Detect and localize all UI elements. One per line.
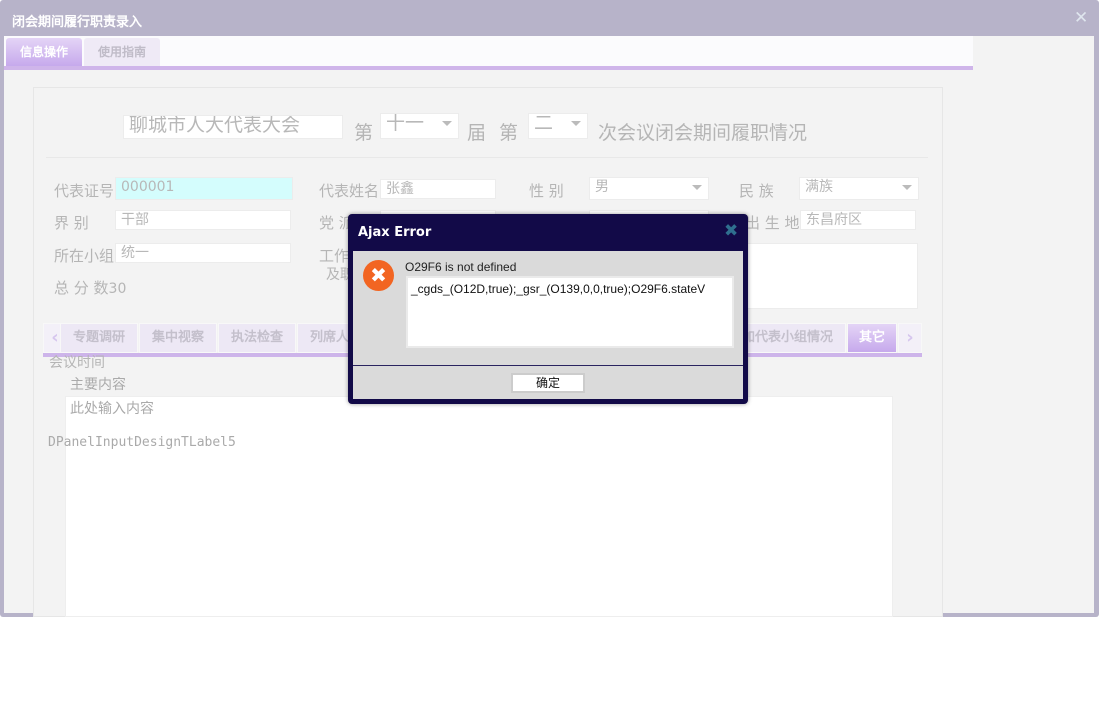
chevron-down-icon: [902, 185, 912, 190]
work-textarea[interactable]: [740, 243, 918, 309]
sub-tab-other[interactable]: 其它: [847, 323, 897, 353]
chevron-right-icon[interactable]: ›: [898, 323, 922, 353]
birthplace-input[interactable]: 东昌府区: [800, 210, 916, 230]
content-editor[interactable]: [65, 396, 893, 617]
sub-tab-research[interactable]: 专题调研: [60, 323, 138, 353]
ok-button[interactable]: 确定: [511, 373, 585, 393]
group-label: 所在小组: [54, 247, 115, 265]
dialog-title: Ajax Error: [358, 225, 432, 240]
content-placeholder: 此处输入内容: [70, 401, 154, 417]
rep-name-label: 代表姓名: [319, 182, 380, 200]
gender-label: 性 别: [529, 182, 564, 200]
score-value: 30: [108, 281, 127, 297]
error-message: O29F6 is not defined: [405, 260, 517, 274]
dialog-body: ✖ O29F6 is not defined _cgds_(O12D,true)…: [353, 251, 743, 399]
sub-tab-inspection[interactable]: 集中视察: [139, 323, 217, 353]
top-tab-bar: 信息操作 使用指南: [4, 36, 973, 70]
error-detail[interactable]: _cgds_(O12D,true);_gsr_(O139,0,0,true);O…: [406, 276, 734, 348]
ethnicity-label: 民 族: [739, 182, 774, 200]
score-label: 总 分 数30: [54, 277, 126, 298]
sub-tab-law-enforcement[interactable]: 执法检查: [218, 323, 296, 353]
window-title: 闭会期间履行职责录入: [12, 15, 143, 30]
meeting-select[interactable]: 二: [528, 113, 588, 139]
gender-value: 男: [595, 179, 609, 195]
tab-info-operation[interactable]: 信息操作: [6, 38, 82, 66]
rep-id-input[interactable]: 000001: [115, 177, 293, 200]
design-label: DPanelInputDesignTLabel5: [48, 435, 236, 450]
close-icon[interactable]: ✖: [724, 221, 738, 241]
chevron-down-icon: [442, 121, 452, 126]
label-jie: 届: [467, 122, 487, 144]
birthplace-label: 出 生 地: [745, 214, 800, 232]
meeting-time-label: 会议时间: [49, 355, 105, 371]
chevron-down-icon: [571, 121, 581, 126]
chevron-down-icon: [692, 185, 702, 190]
sector-input[interactable]: 干部: [115, 210, 291, 230]
main-content-label: 主要内容: [70, 377, 126, 393]
divider: [353, 365, 743, 366]
divider: [46, 157, 928, 158]
session-select[interactable]: 十一: [380, 113, 459, 139]
session-value: 十一: [386, 113, 425, 134]
ethnicity-select[interactable]: 满族: [799, 177, 919, 200]
label-di: 第: [354, 122, 374, 144]
label-di-2: 第: [499, 122, 519, 144]
group-input[interactable]: 统一: [115, 243, 291, 263]
sector-label: 界 别: [54, 214, 89, 232]
error-icon: ✖: [363, 260, 394, 291]
rep-name-input[interactable]: 张鑫: [380, 179, 496, 199]
score-label-text: 总 分 数: [54, 279, 109, 297]
rep-id-label: 代表证号: [54, 182, 115, 200]
tab-user-guide[interactable]: 使用指南: [84, 38, 160, 66]
meeting-value: 二: [534, 113, 554, 134]
ajax-error-dialog: Ajax Error ✖ ✖ O29F6 is not defined _cgd…: [348, 214, 748, 404]
org-input[interactable]: 聊城市人大代表大会: [123, 115, 343, 139]
close-icon[interactable]: ✕: [1074, 8, 1088, 28]
header-suffix: 次会议闭会期间履职情况: [598, 122, 808, 144]
gender-select[interactable]: 男: [589, 177, 709, 200]
ethnicity-value: 满族: [805, 179, 833, 195]
work-label: 工作: [319, 247, 350, 265]
